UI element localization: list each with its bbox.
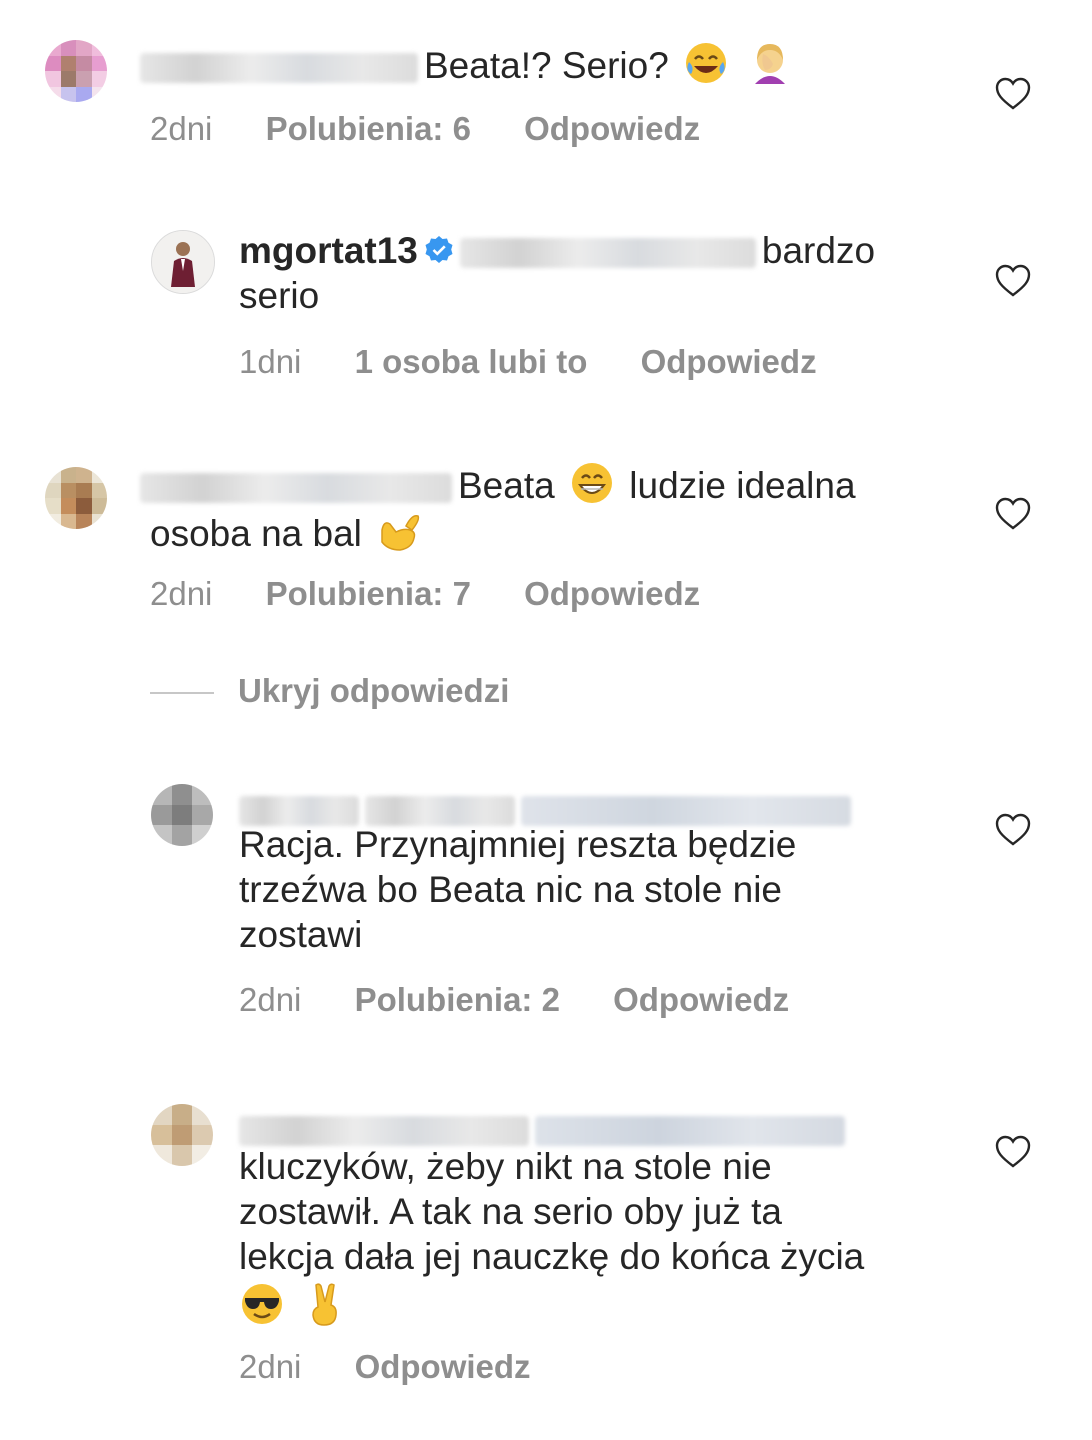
comment-meta: 2dni Polubienia: 7 Odpowiedz (150, 575, 744, 613)
reply-button[interactable]: Odpowiedz (355, 1348, 531, 1386)
comment-body: Beata ludzie idealna osoba na bal (140, 460, 856, 556)
comment-text-line2: osoba na bal (150, 513, 362, 554)
comment-body: kluczyków, żeby nikt na stole nie zostaw… (239, 1106, 864, 1329)
likes-count[interactable]: Polubienia: 6 (266, 110, 471, 148)
likes-count[interactable]: 1 osoba lubi to (355, 343, 588, 381)
heart-icon (995, 77, 1031, 110)
comment-text-line1: Racja. Przynajmniej reszta będzie (239, 824, 797, 865)
comment-text-line1: kluczyków, żeby nikt na stole nie (239, 1146, 772, 1187)
victory-hand-emoji (312, 1283, 338, 1326)
hide-replies-label: Ukryj odpowiedzi (238, 672, 510, 709)
hide-replies-button[interactable]: Ukryj odpowiedzi (150, 672, 509, 710)
comment-text-line1b: ludzie idealna (629, 465, 856, 506)
blurred-username[interactable] (239, 1116, 529, 1147)
like-button[interactable] (995, 264, 1031, 298)
like-button[interactable] (995, 77, 1031, 111)
avatar[interactable] (151, 1104, 213, 1166)
blurred-header (239, 786, 857, 827)
blurred-username[interactable] (140, 473, 452, 504)
facepalm-emoji (755, 44, 786, 84)
blurred-mention (365, 796, 515, 827)
blurred-username[interactable] (239, 796, 359, 827)
reply-button[interactable]: Odpowiedz (524, 110, 700, 148)
call-me-hand-emoji (381, 514, 420, 551)
heart-icon (995, 813, 1031, 846)
like-button[interactable] (995, 1135, 1031, 1169)
comment-time: 2dni (150, 110, 213, 147)
likes-count[interactable]: Polubienia: 2 (355, 981, 560, 1019)
avatar[interactable] (45, 40, 107, 102)
divider-line (150, 692, 214, 695)
comment-time: 2dni (239, 1348, 302, 1385)
comment-text-line3: lekcja dała jej nauczkę do końca życia (239, 1236, 865, 1277)
avatar[interactable] (45, 467, 107, 529)
tears-of-joy-emoji (686, 43, 727, 83)
blurred-username[interactable] (140, 53, 418, 84)
comment-body: Racja. Przynajmniej reszta będzie trzeźw… (239, 786, 857, 957)
emoji-line (239, 1281, 864, 1329)
comment-meta: 1dni 1 osoba lubi to Odpowiedz (239, 343, 861, 381)
verified-badge-icon (425, 236, 453, 263)
avatar[interactable] (151, 784, 213, 846)
comment-body: Beata!? Serio? (140, 40, 797, 88)
comment-text-line2: trzeźwa bo Beata nic na stole nie (239, 869, 782, 910)
comment-text-line1: Beata (458, 465, 555, 506)
comments-screen: Beata!? Serio? 2dni Polubienia: 6 Odpowi… (0, 0, 1092, 1440)
comment-meta: 2dni Polubienia: 2 Odpowiedz (239, 981, 833, 1019)
reply-button[interactable]: Odpowiedz (641, 343, 817, 381)
comment-text-line3: zostawi (239, 914, 363, 955)
like-button[interactable] (995, 497, 1031, 531)
like-button[interactable] (995, 813, 1031, 847)
comment-body: mgortat13 bardzo serio (239, 228, 875, 318)
blurred-header (239, 1106, 864, 1147)
grin-emoji (571, 463, 612, 503)
comment-meta: 2dni Odpowiedz (239, 1348, 575, 1386)
comment-text-line1: bardzo (761, 230, 876, 271)
comment-time: 2dni (150, 575, 213, 612)
heart-icon (995, 497, 1031, 530)
sunglasses-emoji (242, 1284, 282, 1324)
comment-time: 2dni (239, 981, 302, 1018)
comment-text-line2: serio (239, 275, 320, 316)
reply-button[interactable]: Odpowiedz (524, 575, 700, 613)
reply-button[interactable]: Odpowiedz (613, 981, 789, 1019)
avatar[interactable] (151, 230, 215, 294)
comment-text-line2: zostawił. A tak na serio oby już ta (239, 1191, 782, 1232)
comment-text: Beata!? Serio? (424, 45, 669, 86)
username[interactable]: mgortat13 (239, 230, 418, 271)
blurred-mention (521, 796, 851, 827)
blurred-text (535, 1116, 845, 1147)
profile-photo (152, 231, 214, 293)
heart-icon (995, 1135, 1031, 1168)
heart-icon (995, 264, 1031, 297)
blurred-mention[interactable] (459, 238, 756, 269)
comment-meta: 2dni Polubienia: 6 Odpowiedz (150, 110, 744, 148)
comment-time: 1dni (239, 343, 302, 380)
likes-count[interactable]: Polubienia: 7 (266, 575, 471, 613)
